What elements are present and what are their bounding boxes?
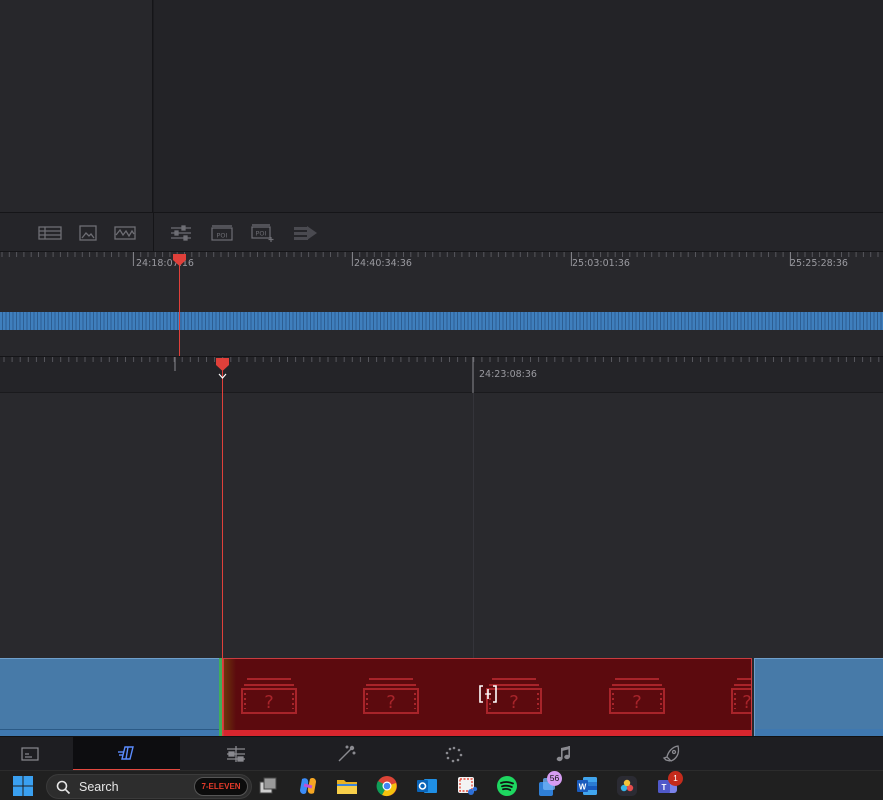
media-pool-panel[interactable] [0,0,153,212]
svg-text:POI: POI [217,232,228,240]
lower-timeline[interactable]: 24:23:08:36 ? ? ? ? ? [0,356,883,746]
upper-timeline-ruler[interactable] [0,252,883,272]
media-page-tab[interactable] [0,737,60,771]
upper-playhead-line[interactable] [179,262,180,356]
waveform-icon[interactable] [112,223,138,243]
deliver-page-tab[interactable] [642,737,702,771]
svg-text:?: ? [509,692,519,713]
image-icon[interactable] [75,223,101,243]
poi-add-icon[interactable]: POI [249,223,275,243]
outlook-icon[interactable] [415,775,439,797]
cut-page-tab[interactable] [73,737,180,771]
toolbar-divider [153,213,154,253]
svg-text:POI: POI [256,230,267,238]
search-icon [56,780,71,795]
upper-timecode-label: 24:40:34:36 [354,258,412,269]
lower-playhead-line[interactable] [222,363,223,737]
copilot-icon[interactable] [296,775,320,797]
fairlight-page-tab[interactable] [534,737,594,771]
davinci-resolve-cut-page: POI POI 24:18:07:16 24:40:34:36 25:03:01… [0,0,883,800]
viewer-toolbar: POI POI [0,212,883,253]
file-explorer-icon[interactable] [335,775,359,797]
chrome-icon[interactable] [375,775,399,797]
upper-timeline[interactable]: 24:18:07:16 24:40:34:36 25:03:01:36 25:2… [0,252,883,356]
cut-page-icon [117,746,134,760]
clip-list-icon[interactable] [37,223,63,243]
fairlight-page-icon [556,746,570,762]
media-offline-icon: ? [363,678,419,714]
poi-icon[interactable]: POI [209,223,235,243]
upper-timecode-label: 25:25:28:36 [790,258,848,269]
fusion-page-icon [338,745,356,762]
svg-text:?: ? [386,692,396,713]
search-highlight-label: 7-ELEVEN [201,782,241,791]
video-viewer[interactable] [154,0,883,212]
lower-ruler-ticks [3,357,880,393]
taskbar-search-box[interactable]: Search 7-ELEVEN [46,774,252,799]
teams-notification-badge: 56 [547,771,562,786]
trim-cursor-icon [479,685,497,703]
lower-playhead-handle[interactable] [215,357,230,383]
lower-timeline-ruler[interactable]: 24:23:08:36 [0,357,883,393]
media-offline-icon: ? [241,678,297,714]
teams-icon[interactable]: T 1 [655,771,683,797]
overview-audio-track[interactable] [0,312,883,330]
video-audio-tracks[interactable]: ? ? ? ? ? [0,393,883,746]
media-offline-icon: ? [731,678,751,714]
teams-notification-badge: 1 [668,771,683,786]
svg-text:?: ? [264,692,274,713]
davinci-resolve-icon[interactable] [615,775,639,797]
page-navigation-bar [0,736,883,771]
svg-text:T: T [662,783,667,792]
upper-timecode-label: 25:03:01:36 [572,258,630,269]
video-clip-left[interactable] [0,658,221,746]
search-label: Search [79,780,119,794]
edit-page-icon [227,746,245,762]
word-icon[interactable]: W [575,775,599,797]
media-page-icon [21,747,39,761]
color-page-icon [445,746,463,763]
deliver-page-icon [662,745,680,762]
sliders-icon[interactable] [168,223,194,243]
clip-trim-glow [224,659,236,731]
teams-work-icon[interactable]: 56 [535,771,562,797]
svg-text:W: W [579,783,587,792]
lower-timecode-label: 24:23:08:36 [479,369,537,380]
edit-page-tab[interactable] [206,737,266,771]
svg-text:?: ? [742,692,751,713]
seven-eleven-highlight-icon[interactable]: 7-ELEVEN [194,777,248,796]
upper-playhead-handle[interactable] [172,253,187,267]
windows-taskbar: Search 7-ELEVEN 56 W T 1 [0,770,883,800]
fusion-page-tab[interactable] [316,737,376,771]
media-offline-icon: ? [609,678,665,714]
snipping-tool-icon[interactable] [455,775,479,797]
play-track-icon[interactable] [292,223,318,243]
spotify-icon[interactable] [495,775,519,797]
windows-start-icon[interactable] [11,775,35,797]
video-clip-right[interactable] [754,658,883,746]
task-view-icon[interactable] [256,775,280,797]
svg-text:?: ? [632,692,642,713]
color-page-tab[interactable] [424,737,484,771]
